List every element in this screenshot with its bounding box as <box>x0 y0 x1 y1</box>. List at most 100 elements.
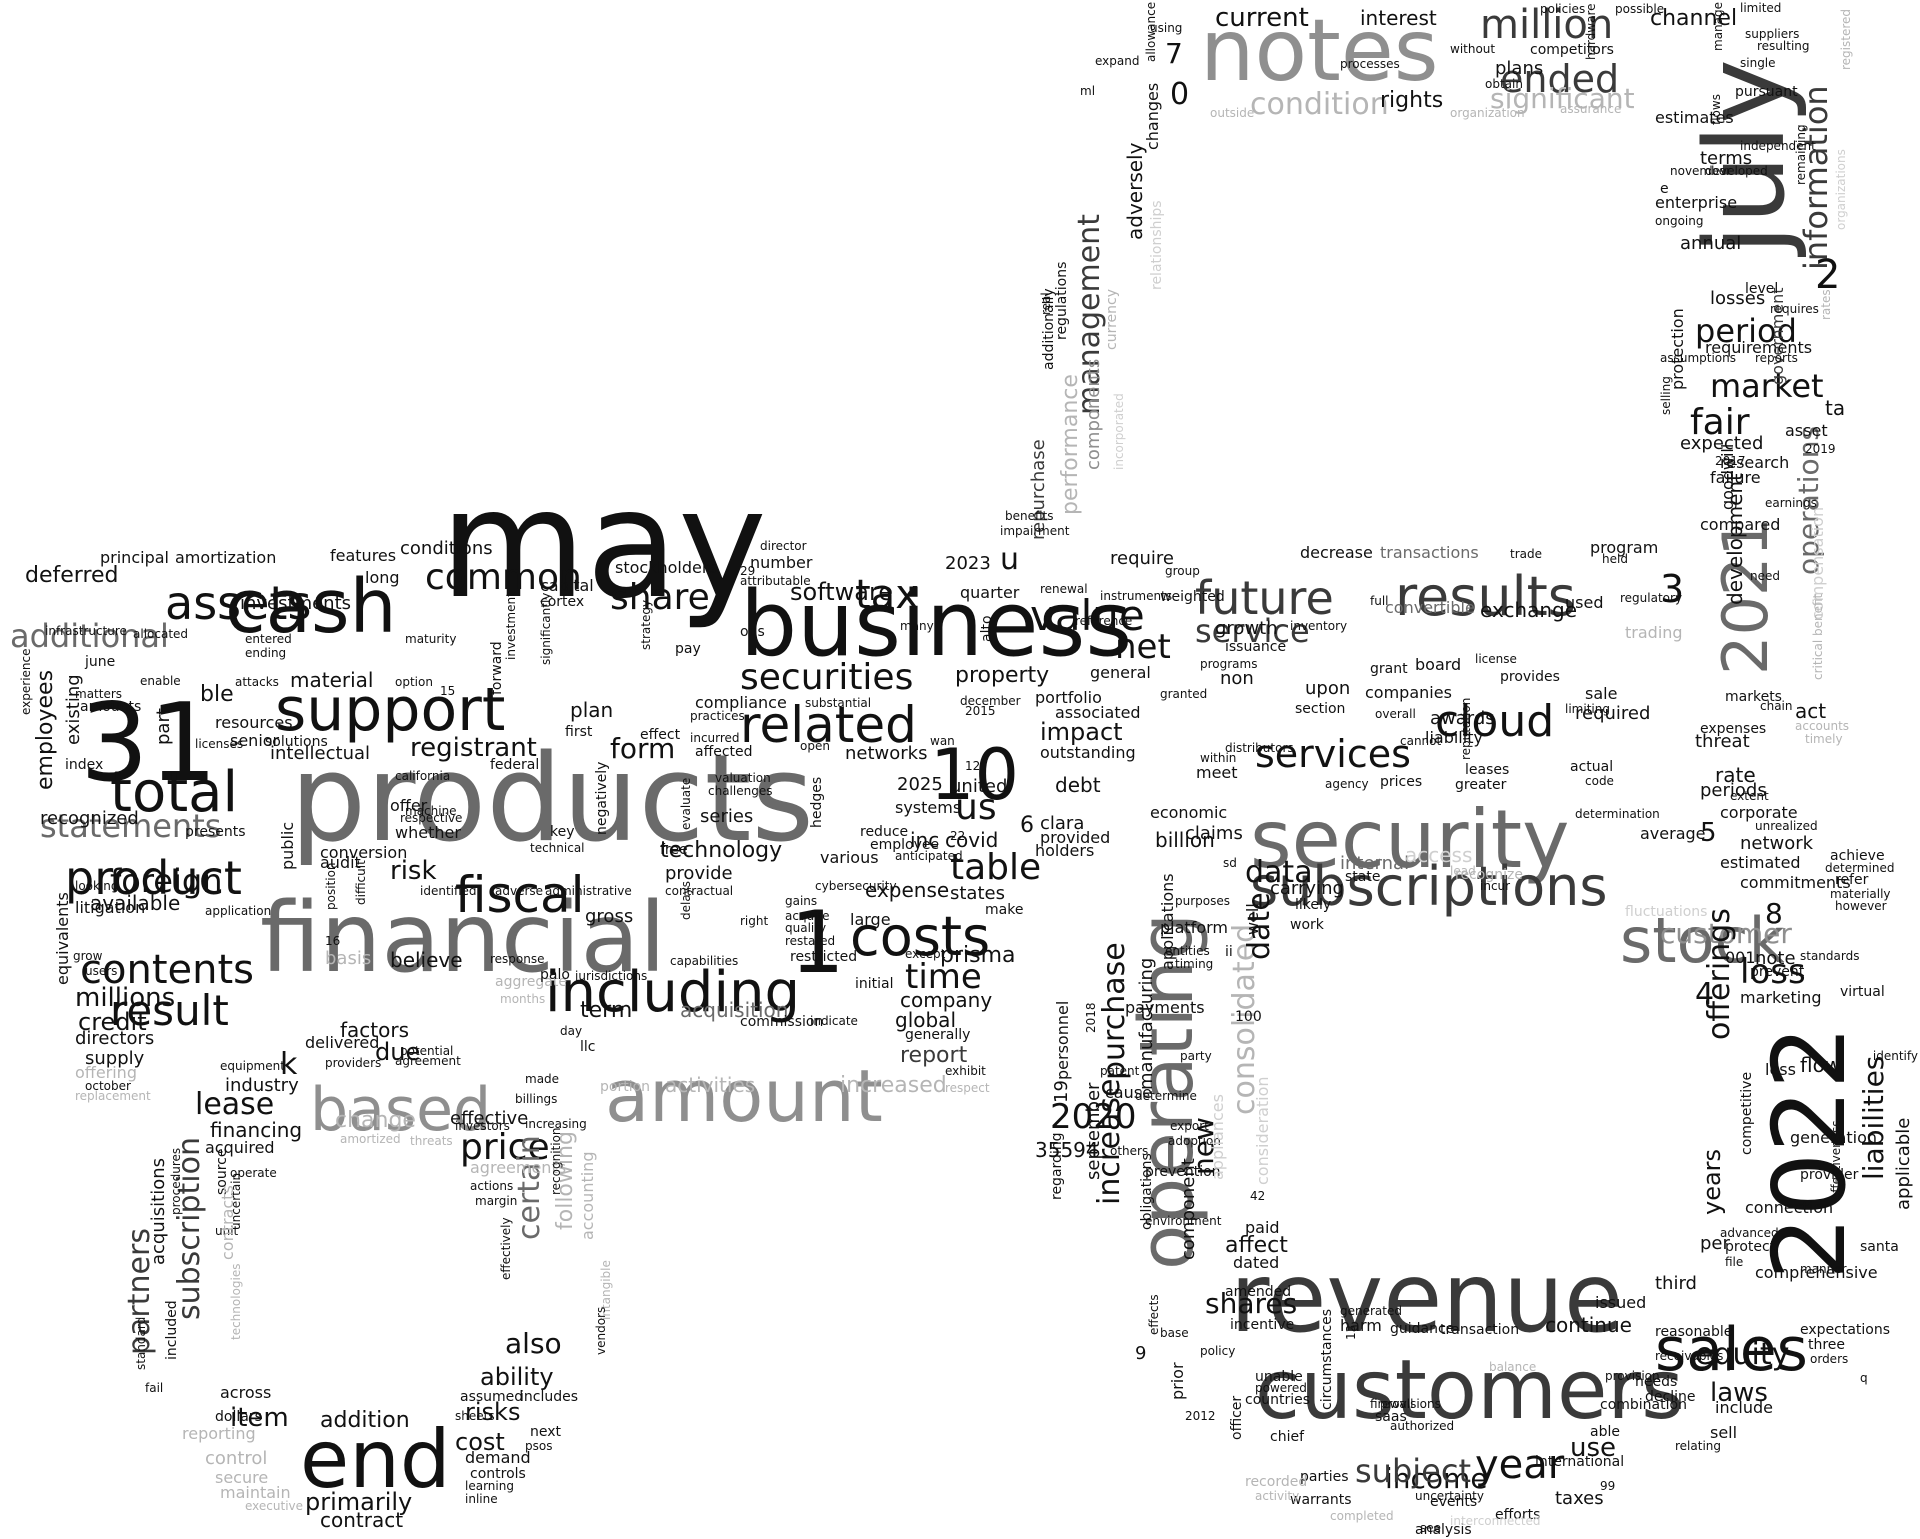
word-margin: margin <box>475 1194 518 1208</box>
word-however: however <box>1835 899 1887 913</box>
word-base: base <box>1160 1326 1189 1340</box>
word-made: made <box>525 1072 560 1086</box>
word-estimated: estimated <box>1720 853 1801 872</box>
word-stockholders: stockholders <box>615 558 717 577</box>
word-registered: registered <box>1839 8 1853 70</box>
word-incurred: incurred <box>690 731 740 745</box>
word-chain: chain <box>1760 699 1793 713</box>
word-threat: threat <box>1695 731 1750 752</box>
word-orders: orders <box>1810 1352 1849 1366</box>
word-granted: granted <box>1160 687 1208 701</box>
word-california: california <box>395 769 451 783</box>
word-programs: programs <box>1200 657 1258 671</box>
word-held: held <box>1602 552 1628 566</box>
word-wan: wan <box>930 734 955 748</box>
word-cybersecurity: cybersecurity <box>815 879 897 893</box>
word-administrative: administrative <box>545 884 632 898</box>
word-santa: santa <box>1860 1239 1899 1255</box>
word-investors: investors <box>455 1119 510 1133</box>
word-parties: parties <box>1300 1469 1349 1485</box>
word-dollars: dollars <box>215 1409 262 1425</box>
word-refer: refer <box>1835 872 1869 888</box>
word-control: control <box>205 1448 268 1469</box>
word-equipment: equipment <box>220 1059 285 1073</box>
word-policy: policy <box>1200 1344 1236 1358</box>
word-plan: plan <box>570 698 614 722</box>
word-benefits: benefits <box>1005 509 1054 523</box>
word-associated: associated <box>1055 703 1141 722</box>
word-prisma: prisma <box>940 943 1016 968</box>
word-portfolio: portfolio <box>1035 688 1102 707</box>
word-obtain: obtain <box>1485 77 1523 91</box>
word-next: next <box>530 1424 562 1440</box>
word-hedges: hedges <box>809 776 825 828</box>
word-indicate: indicate <box>810 1014 858 1028</box>
word-licenses: licenses <box>195 737 244 751</box>
word-accounts: accounts <box>1795 719 1850 733</box>
word-principal: principal <box>100 548 169 567</box>
word-change: change <box>335 1108 416 1133</box>
word-less: less <box>1765 1060 1796 1079</box>
word-standard: standard <box>134 1316 148 1370</box>
word-others: others <box>1110 1144 1149 1158</box>
word-resulting: resulting <box>1757 39 1810 53</box>
word-anticipated: anticipated <box>895 849 963 863</box>
word-strategy: strategy <box>639 599 653 650</box>
word-except: except <box>905 947 946 961</box>
word-equivalents: equivalents <box>53 892 72 985</box>
word-features: features <box>330 546 397 565</box>
word-difficult: difficult <box>354 860 368 905</box>
word-plans: plans <box>1495 58 1544 79</box>
word-organizations: organizations <box>1834 149 1848 230</box>
word-earnings: earnings <box>1765 496 1817 510</box>
word-full: full <box>1370 594 1389 608</box>
word-identified: identified <box>420 884 477 898</box>
word-substantial: substantial <box>805 696 872 710</box>
word-replacement: replacement <box>75 1089 151 1103</box>
word-convertible: convertible <box>1385 598 1475 617</box>
word-competitors: competitors <box>1530 42 1614 58</box>
word-systems: systems <box>895 798 962 817</box>
word-group: group <box>1165 564 1200 578</box>
word-procedures: procedures <box>169 1147 183 1215</box>
word-22: 22 <box>950 829 966 843</box>
word-demand: demand <box>465 1448 531 1467</box>
word-developed: developed <box>1705 164 1768 178</box>
word-threats: threats <box>410 1134 453 1148</box>
word-exchange: exchange <box>1480 598 1578 622</box>
word-share: share <box>610 577 710 618</box>
word-prior: prior <box>1168 1362 1187 1400</box>
word-decrease: decrease <box>1300 543 1373 562</box>
word-offerings: offerings <box>1702 908 1737 1040</box>
word-currency: currency <box>1104 289 1120 350</box>
word-negatively: negatively <box>594 761 610 835</box>
word-timely: timely <box>1805 732 1843 746</box>
word-series: series <box>700 806 754 827</box>
word-timing: timing <box>1175 957 1214 971</box>
word-42: 42 <box>1250 1189 1266 1203</box>
word-subject: subject <box>1355 1452 1471 1490</box>
word-standards: standards <box>1800 949 1860 963</box>
word-2017: 2017 <box>1715 454 1746 468</box>
word-september: september <box>1083 1082 1104 1180</box>
word-2025: 2025 <box>897 774 943 795</box>
word-virtual: virtual <box>1840 984 1885 1000</box>
word-dated: dated <box>1233 1253 1280 1272</box>
word-overall: overall <box>1375 707 1416 721</box>
word-entities: entities <box>1165 944 1210 958</box>
word-taxes: taxes <box>1555 1488 1604 1509</box>
word-paid: paid <box>1245 1218 1280 1237</box>
word-file: file <box>1725 1255 1744 1269</box>
word-affected: affected <box>695 744 753 760</box>
word-powered: powered <box>1255 1381 1307 1395</box>
word-2012: 2012 <box>1185 1409 1216 1423</box>
word-access: access <box>1405 843 1473 867</box>
word-fail: fail <box>145 1381 164 1395</box>
word-flows: flows <box>1709 94 1723 125</box>
word-performance: performance <box>1058 374 1083 515</box>
word-restated: restated <box>785 934 836 948</box>
word-asset: asset <box>1785 421 1828 440</box>
word-agreement: agreement <box>395 1054 461 1068</box>
word-jurisdictions: jurisdictions <box>575 969 648 983</box>
word-years: years <box>1698 1148 1726 1215</box>
